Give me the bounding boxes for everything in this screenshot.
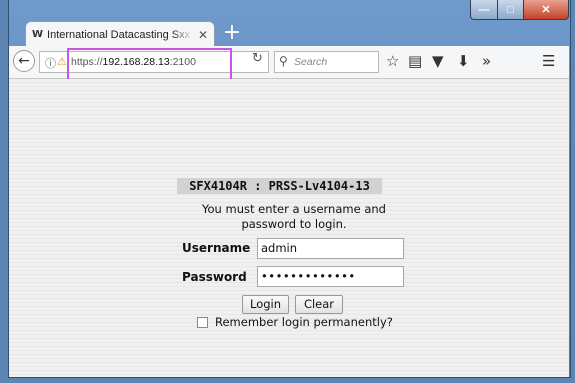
remember-checkbox[interactable]	[197, 317, 208, 328]
reload-icon[interactable]: ↻	[252, 51, 263, 66]
browser-window: — □ ✕ W International Datacasting Sxx ✕ …	[0, 0, 575, 383]
remember-label: Remember login permanently?	[215, 315, 393, 329]
pocket-icon[interactable]: ▼	[432, 51, 444, 71]
url-highlight-box	[67, 48, 232, 81]
minimize-button[interactable]: —	[470, 0, 498, 20]
username-input[interactable]: admin	[257, 238, 404, 259]
password-label: Password	[182, 270, 247, 284]
search-placeholder: Search	[294, 56, 328, 68]
login-message: You must enter a username and password t…	[202, 202, 386, 231]
search-icon: ⚲	[279, 54, 288, 68]
bookmark-star-icon[interactable]: ☆	[386, 51, 399, 71]
search-bar[interactable]: ⚲ Search	[274, 51, 379, 73]
close-window-button[interactable]: ✕	[524, 0, 569, 20]
maximize-button[interactable]: □	[498, 0, 524, 20]
download-icon[interactable]: ⬇	[457, 51, 470, 71]
tab-title: International Datacasting Sxx	[47, 28, 191, 41]
hamburger-menu-icon[interactable]: ☰	[542, 51, 555, 71]
info-icon[interactable]: ⓘ	[45, 55, 56, 71]
overflow-chevron-icon[interactable]: »	[482, 51, 491, 71]
w-logo-icon: W	[32, 29, 44, 40]
reader-view-icon[interactable]: ▤	[408, 51, 422, 71]
page-content: SFX4104R : PRSS-Lv4104-13 You must enter…	[9, 79, 569, 377]
lock-warning-icon[interactable]: ⚠	[57, 55, 67, 68]
browser-tab[interactable]: W International Datacasting Sxx ✕	[25, 21, 215, 47]
username-label: Username	[182, 241, 251, 255]
window-controls: — □ ✕	[470, 0, 569, 20]
login-button[interactable]: Login	[242, 295, 289, 314]
device-title: SFX4104R : PRSS-Lv4104-13	[177, 178, 382, 194]
close-tab-icon[interactable]: ✕	[198, 28, 208, 42]
back-arrow-icon[interactable]: ←	[13, 50, 35, 72]
clear-button[interactable]: Clear	[295, 295, 343, 314]
new-tab-button[interactable]: +	[222, 21, 242, 45]
password-input[interactable]: •••••••••••••	[257, 266, 404, 287]
